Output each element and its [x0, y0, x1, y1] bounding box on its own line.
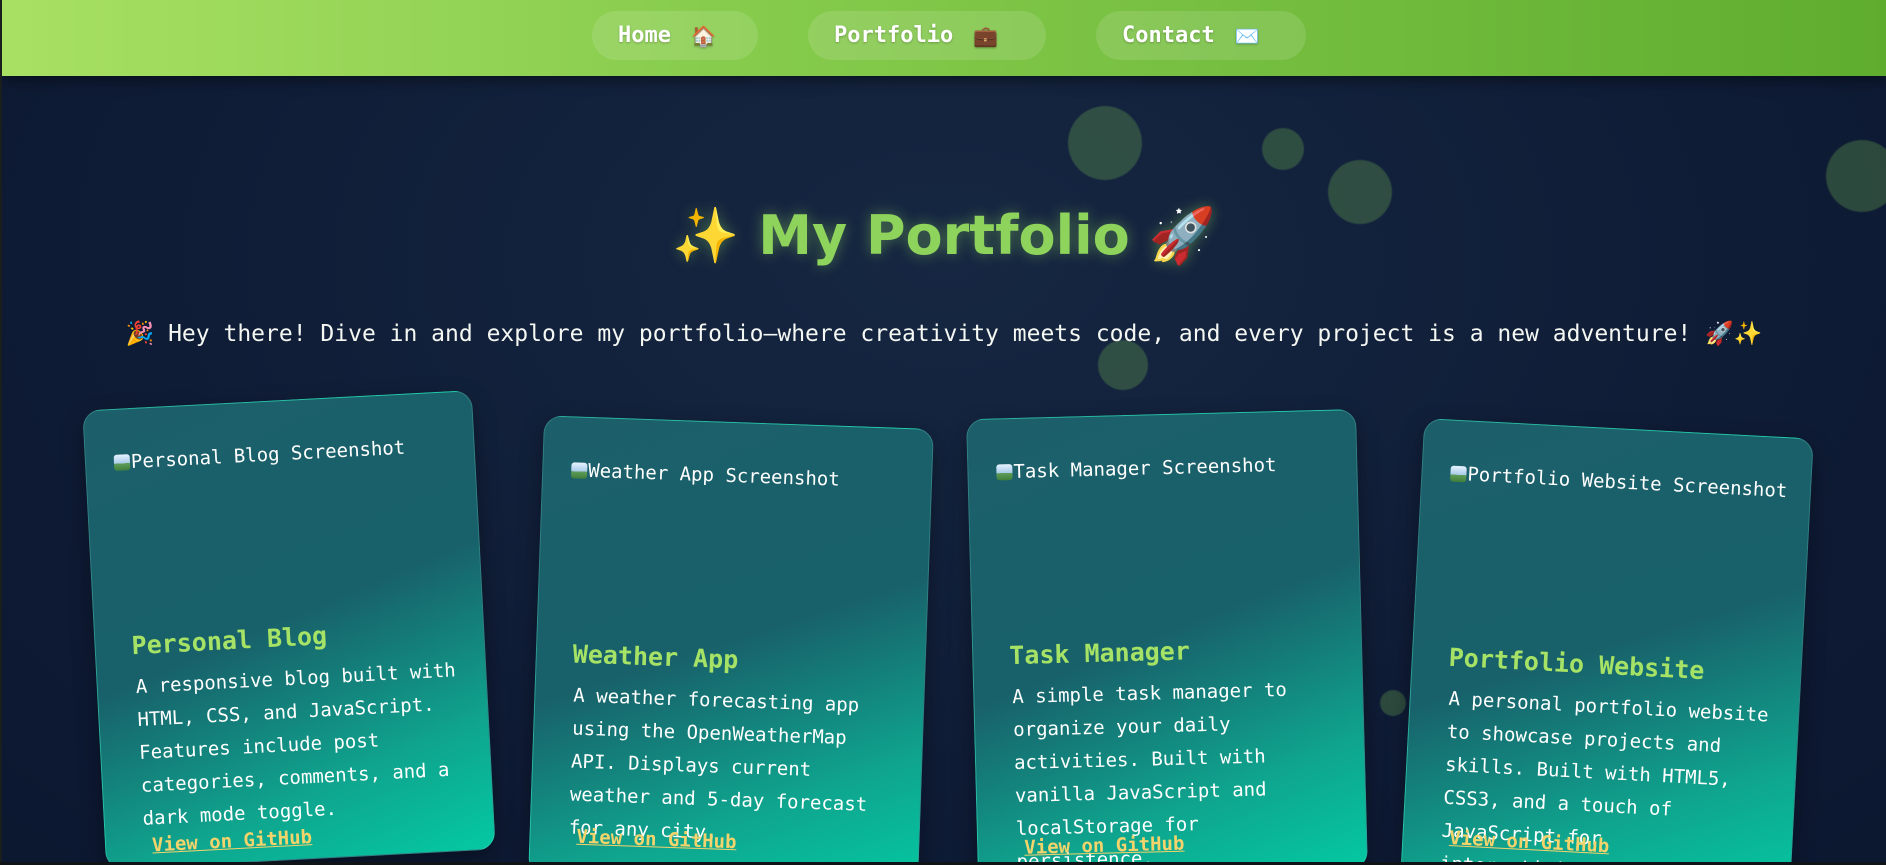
- project-image: Task Manager Screenshot: [996, 454, 1277, 483]
- top-navbar: Home 🏠 Portfolio 💼 Contact ✉️: [2, 0, 1886, 76]
- nav-contact-label: Contact: [1122, 23, 1215, 48]
- decorative-bubble: [1098, 340, 1148, 390]
- project-card: Personal Blog Screenshot Personal Blog A…: [82, 390, 496, 862]
- broken-image-icon: [1450, 465, 1467, 483]
- nav-home-label: Home: [618, 23, 671, 48]
- project-title: Personal Blog: [130, 621, 328, 661]
- nav-contact-button[interactable]: Contact ✉️: [1096, 11, 1306, 60]
- github-link[interactable]: View on GitHub: [1024, 833, 1185, 859]
- broken-image-icon: [113, 454, 131, 471]
- nav-portfolio-label: Portfolio: [834, 23, 954, 48]
- github-link[interactable]: View on GitHub: [576, 826, 737, 854]
- project-image-alt: Portfolio Website Screenshot: [1466, 463, 1788, 503]
- project-title: Task Manager: [1008, 636, 1191, 671]
- decorative-bubble: [1068, 106, 1142, 180]
- decorative-bubble: [1380, 690, 1406, 716]
- nav-portfolio-button[interactable]: Portfolio 💼: [808, 11, 1046, 60]
- project-image-alt: Personal Blog Screenshot: [130, 436, 406, 474]
- decorative-bubble: [1826, 140, 1886, 212]
- house-icon: 🏠: [690, 23, 716, 48]
- briefcase-icon: 💼: [973, 23, 999, 48]
- decorative-bubble: [1262, 128, 1304, 170]
- broken-image-icon: [996, 463, 1013, 481]
- project-description: A responsive blog built with HTML, CSS, …: [135, 659, 457, 830]
- project-image: Portfolio Website Screenshot: [1450, 463, 1788, 503]
- page-viewport: Home 🏠 Portfolio 💼 Contact ✉️ ✨ My Portf…: [2, 0, 1886, 862]
- project-image-alt: Weather App Screenshot: [587, 459, 841, 491]
- broken-image-icon: [570, 462, 588, 479]
- project-title: Weather App: [572, 639, 739, 675]
- project-card: Weather App Screenshot Weather App A wea…: [528, 415, 934, 862]
- page-subtitle: 🎉 Hey there! Dive in and explore my port…: [125, 321, 1763, 347]
- project-title: Portfolio Website: [1448, 642, 1706, 686]
- project-card: Task Manager Screenshot Task Manager A s…: [966, 408, 1368, 862]
- project-image: Weather App Screenshot: [570, 459, 841, 491]
- envelope-icon: ✉️: [1234, 23, 1260, 48]
- project-image: Personal Blog Screenshot: [113, 436, 406, 474]
- project-card: Portfolio Website Screenshot Portfolio W…: [1400, 418, 1814, 862]
- project-image-alt: Task Manager Screenshot: [1013, 454, 1277, 483]
- page-title: ✨ My Portfolio 🚀: [672, 204, 1216, 267]
- nav-home-button[interactable]: Home 🏠: [592, 11, 758, 60]
